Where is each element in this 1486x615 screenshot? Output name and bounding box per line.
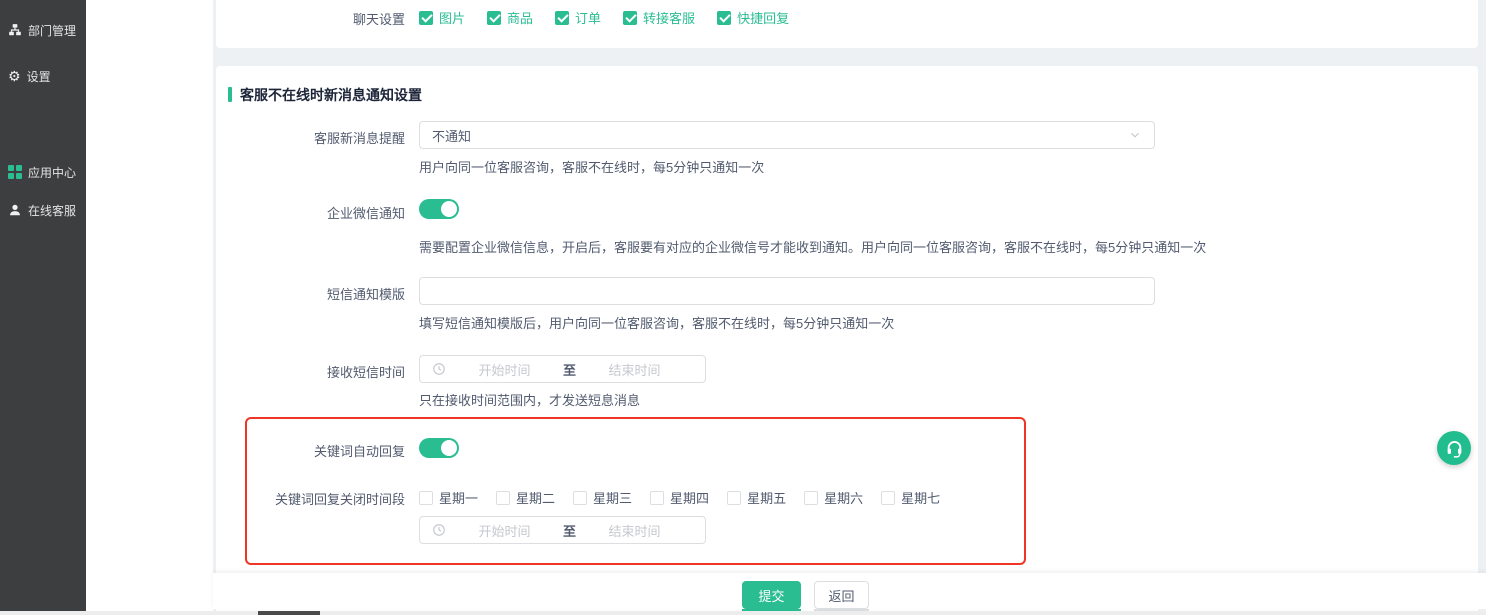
clock-icon bbox=[432, 362, 446, 376]
help-float-button[interactable] bbox=[1437, 431, 1471, 465]
chat-option-transfer[interactable]: 转接客服 bbox=[623, 8, 695, 27]
new-msg-alert-help: 用户向同一位客服咨询，客服不在线时，每5分钟只通知一次 bbox=[419, 157, 764, 176]
range-separator: 至 bbox=[563, 360, 576, 379]
sidebar-item-label: 在线客服 bbox=[28, 202, 76, 219]
section-title: 客服不在线时新消息通知设置 bbox=[240, 85, 422, 105]
checkbox-label: 星期六 bbox=[824, 488, 863, 507]
sidebar-item-label: 部门管理 bbox=[28, 22, 76, 39]
wechat-notify-help: 需要配置企业微信信息，开启后，客服要有对应的企业微信号才能收到通知。用户向同一位… bbox=[419, 237, 1206, 256]
weekday-friday[interactable]: 星期五 bbox=[727, 488, 786, 507]
checkbox-label: 星期三 bbox=[593, 488, 632, 507]
chat-option-quick-reply[interactable]: 快捷回复 bbox=[717, 8, 789, 27]
checkbox-label: 星期七 bbox=[901, 488, 940, 507]
sidebar-item-label: 应用中心 bbox=[28, 164, 76, 181]
new-msg-alert-select[interactable]: 不通知 bbox=[419, 121, 1155, 149]
org-chart-icon bbox=[8, 23, 22, 37]
checkbox-unchecked-icon[interactable] bbox=[804, 491, 818, 505]
range-separator: 至 bbox=[563, 521, 576, 540]
sms-template-label: 短信通知模版 bbox=[216, 284, 405, 303]
checkbox-label: 转接客服 bbox=[643, 8, 695, 27]
app-grid-icon bbox=[8, 165, 22, 179]
checkbox-checked-icon[interactable] bbox=[623, 11, 637, 25]
checkbox-label: 图片 bbox=[439, 8, 465, 27]
sidebar bbox=[0, 0, 86, 611]
keyword-close-time-label: 关键词回复关闭时间段 bbox=[216, 489, 405, 508]
select-value: 不通知 bbox=[432, 126, 471, 145]
chat-options-group: 图片 商品 订单 转接客服 快捷回复 bbox=[419, 8, 811, 27]
clock-icon bbox=[432, 523, 446, 537]
checkbox-unchecked-icon[interactable] bbox=[419, 491, 433, 505]
sms-template-help: 填写短信通知模版后，用户向同一位客服咨询，客服不在线时，每5分钟只通知一次 bbox=[419, 313, 894, 332]
new-msg-alert-label: 客服新消息提醒 bbox=[216, 128, 405, 147]
chat-option-product[interactable]: 商品 bbox=[487, 8, 533, 27]
checkbox-label: 快捷回复 bbox=[737, 8, 789, 27]
sms-time-range-picker[interactable]: 开始时间 至 结束时间 bbox=[419, 355, 706, 383]
checkbox-unchecked-icon[interactable] bbox=[727, 491, 741, 505]
end-time-placeholder: 结束时间 bbox=[576, 360, 693, 379]
chat-settings-label: 聊天设置 bbox=[216, 9, 405, 28]
start-time-placeholder: 开始时间 bbox=[446, 521, 563, 540]
checkbox-unchecked-icon[interactable] bbox=[573, 491, 587, 505]
back-button[interactable]: 返回 bbox=[814, 581, 869, 609]
keyword-reply-label: 关键词自动回复 bbox=[216, 441, 405, 460]
sidebar-item-online-service[interactable]: 在线客服 bbox=[0, 201, 86, 219]
checkbox-label: 星期五 bbox=[747, 488, 786, 507]
secondary-panel bbox=[86, 0, 213, 611]
checkbox-checked-icon[interactable] bbox=[717, 11, 731, 25]
keyword-reply-toggle[interactable] bbox=[419, 438, 459, 458]
checkbox-label: 星期四 bbox=[670, 488, 709, 507]
end-time-placeholder: 结束时间 bbox=[576, 521, 693, 540]
checkbox-label: 商品 bbox=[507, 8, 533, 27]
chat-settings-card bbox=[216, 0, 1478, 48]
sidebar-item-app-center[interactable]: 应用中心 bbox=[0, 163, 86, 181]
checkbox-unchecked-icon[interactable] bbox=[496, 491, 510, 505]
checkbox-label: 星期二 bbox=[516, 488, 555, 507]
sms-time-label: 接收短信时间 bbox=[216, 362, 405, 381]
weekday-thursday[interactable]: 星期四 bbox=[650, 488, 709, 507]
checkbox-label: 订单 bbox=[575, 8, 601, 27]
chat-option-order[interactable]: 订单 bbox=[555, 8, 601, 27]
sms-time-help: 只在接收时间范围内，才发送短息消息 bbox=[419, 390, 640, 409]
sidebar-item-department[interactable]: 部门管理 bbox=[0, 21, 86, 39]
gear-icon: ⚙ bbox=[8, 69, 21, 83]
chevron-down-icon bbox=[1128, 128, 1142, 142]
checkbox-checked-icon[interactable] bbox=[487, 11, 501, 25]
weekday-monday[interactable]: 星期一 bbox=[419, 488, 478, 507]
wechat-notify-toggle[interactable] bbox=[419, 199, 459, 219]
weekday-sunday[interactable]: 星期七 bbox=[881, 488, 940, 507]
weekday-saturday[interactable]: 星期六 bbox=[804, 488, 863, 507]
keyword-time-range-picker[interactable]: 开始时间 至 结束时间 bbox=[419, 516, 706, 544]
checkbox-checked-icon[interactable] bbox=[419, 11, 433, 25]
weekday-wednesday[interactable]: 星期三 bbox=[573, 488, 632, 507]
weekday-checkbox-group: 星期一 星期二 星期三 星期四 星期五 星期六 星期七 bbox=[419, 488, 958, 507]
submit-button[interactable]: 提交 bbox=[742, 581, 801, 609]
person-icon bbox=[8, 203, 22, 217]
checkbox-checked-icon[interactable] bbox=[555, 11, 569, 25]
chat-option-image[interactable]: 图片 bbox=[419, 8, 465, 27]
checkbox-unchecked-icon[interactable] bbox=[650, 491, 664, 505]
start-time-placeholder: 开始时间 bbox=[446, 360, 563, 379]
checkbox-unchecked-icon[interactable] bbox=[881, 491, 895, 505]
section-accent-bar bbox=[228, 87, 232, 102]
wechat-notify-label: 企业微信通知 bbox=[216, 203, 405, 222]
checkbox-label: 星期一 bbox=[439, 488, 478, 507]
sidebar-item-settings[interactable]: ⚙ 设置 bbox=[0, 67, 86, 85]
weekday-tuesday[interactable]: 星期二 bbox=[496, 488, 555, 507]
sms-template-input[interactable] bbox=[419, 277, 1155, 305]
sidebar-item-label: 设置 bbox=[27, 68, 51, 85]
headset-icon bbox=[1445, 439, 1464, 458]
